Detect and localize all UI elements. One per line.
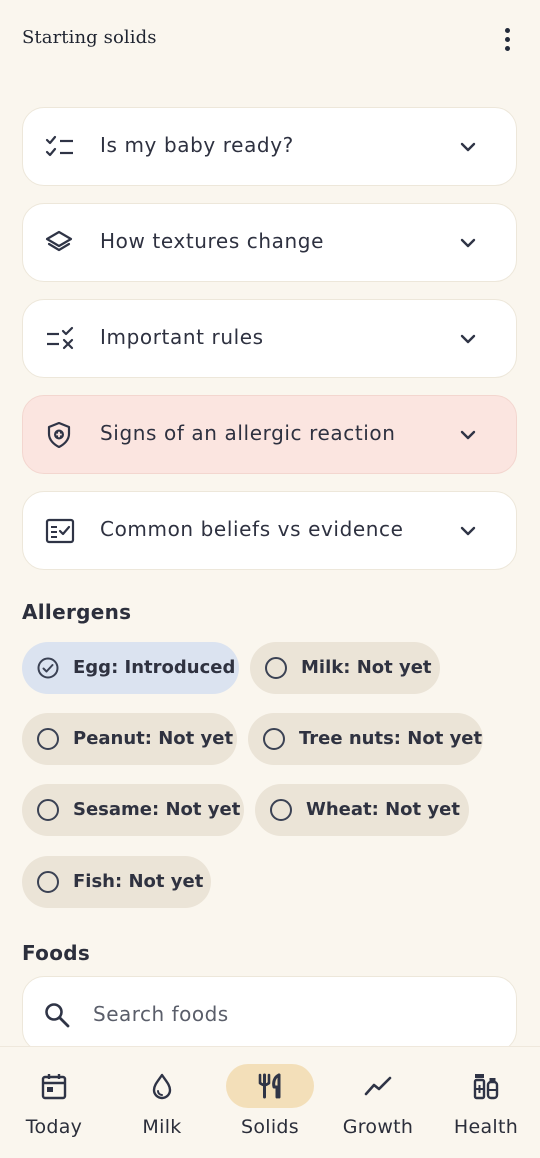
- guide-card-label: Signs of an allergic reaction: [100, 421, 396, 445]
- shield-plus-icon: [47, 422, 71, 448]
- foods-heading: Foods: [22, 941, 91, 965]
- guide-card-label: Is my baby ready?: [100, 133, 294, 157]
- chevron-down-icon: [460, 142, 476, 152]
- nav-item-growth[interactable]: Growth: [324, 1047, 432, 1158]
- allergen-chip-label: Wheat: Not yet: [306, 799, 460, 820]
- radio-unchecked-icon: [270, 799, 292, 821]
- utensils-icon: [258, 1073, 281, 1099]
- nav-label: Growth: [342, 1116, 414, 1138]
- radio-unchecked-icon: [265, 657, 287, 679]
- guide-card-textures[interactable]: How textures change: [22, 203, 517, 282]
- trend-icon: [364, 1076, 392, 1096]
- allergen-chip-peanut[interactable]: Peanut: Not yet: [22, 713, 237, 765]
- nav-label: Milk: [142, 1116, 182, 1138]
- allergen-chip-label: Peanut: Not yet: [73, 728, 234, 749]
- radio-unchecked-icon: [37, 871, 59, 893]
- allergen-chip-wheat[interactable]: Wheat: Not yet: [255, 784, 469, 836]
- radio-unchecked-icon: [37, 799, 59, 821]
- nav-label: Health: [453, 1116, 519, 1138]
- nav-item-health[interactable]: Health: [432, 1047, 540, 1158]
- nav-label: Today: [25, 1116, 83, 1138]
- more-vert-icon: [504, 27, 510, 33]
- nav-item-today[interactable]: Today: [0, 1047, 108, 1158]
- allergen-chip-label: Tree nuts: Not yet: [299, 728, 483, 749]
- top-app-bar: Starting solids: [0, 0, 540, 78]
- search-input[interactable]: [93, 997, 493, 1031]
- search-foods-field[interactable]: [22, 976, 517, 1052]
- allergen-chip-sesame[interactable]: Sesame: Not yet: [22, 784, 244, 836]
- search-icon: [45, 1003, 70, 1028]
- allergen-chip-label: Milk: Not yet: [301, 657, 432, 678]
- allergen-chip-fish[interactable]: Fish: Not yet: [22, 856, 211, 908]
- nav-item-solids[interactable]: Solids: [216, 1047, 324, 1158]
- chevron-down-icon: [460, 238, 476, 248]
- guide-card-baby-ready[interactable]: Is my baby ready?: [22, 107, 517, 186]
- guide-card-label: Common beliefs vs evidence: [100, 517, 404, 541]
- nav-label: Solids: [240, 1116, 299, 1138]
- guide-card-rules[interactable]: Important rules: [22, 299, 517, 378]
- rule-icon: [47, 326, 74, 350]
- radio-unchecked-icon: [37, 728, 59, 750]
- radio-unchecked-icon: [263, 728, 285, 750]
- guide-card-beliefs[interactable]: Common beliefs vs evidence: [22, 491, 517, 570]
- drop-icon: [152, 1073, 172, 1100]
- calendar-icon: [41, 1074, 67, 1100]
- more-options-button[interactable]: [492, 22, 522, 56]
- guide-card-label: Important rules: [100, 325, 264, 349]
- allergen-chip-egg[interactable]: Egg: Introduced: [22, 642, 239, 694]
- allergen-chip-label: Sesame: Not yet: [73, 799, 241, 820]
- fact-check-icon: [45, 518, 75, 544]
- allergen-chip-label: Egg: Introduced: [73, 657, 236, 678]
- allergens-heading: Allergens: [22, 600, 132, 624]
- allergen-chip-tree-nuts[interactable]: Tree nuts: Not yet: [248, 713, 483, 765]
- allergen-chip-milk[interactable]: Milk: Not yet: [250, 642, 440, 694]
- layers-icon: [45, 230, 73, 252]
- nav-item-milk[interactable]: Milk: [108, 1047, 216, 1158]
- check-circle-icon: [37, 657, 59, 679]
- allergen-chip-label: Fish: Not yet: [73, 871, 204, 892]
- page-title: Starting solids: [22, 27, 157, 48]
- guide-card-label: How textures change: [100, 229, 325, 253]
- chevron-down-icon: [460, 430, 476, 440]
- chevron-down-icon: [460, 334, 476, 344]
- medicine-icon: [473, 1074, 499, 1100]
- bottom-navigation: Today Milk Solids Growth Health: [0, 1046, 540, 1158]
- guide-card-allergic-reaction[interactable]: Signs of an allergic reaction: [22, 395, 517, 474]
- chevron-down-icon: [460, 526, 476, 536]
- checklist-icon: [45, 135, 73, 157]
